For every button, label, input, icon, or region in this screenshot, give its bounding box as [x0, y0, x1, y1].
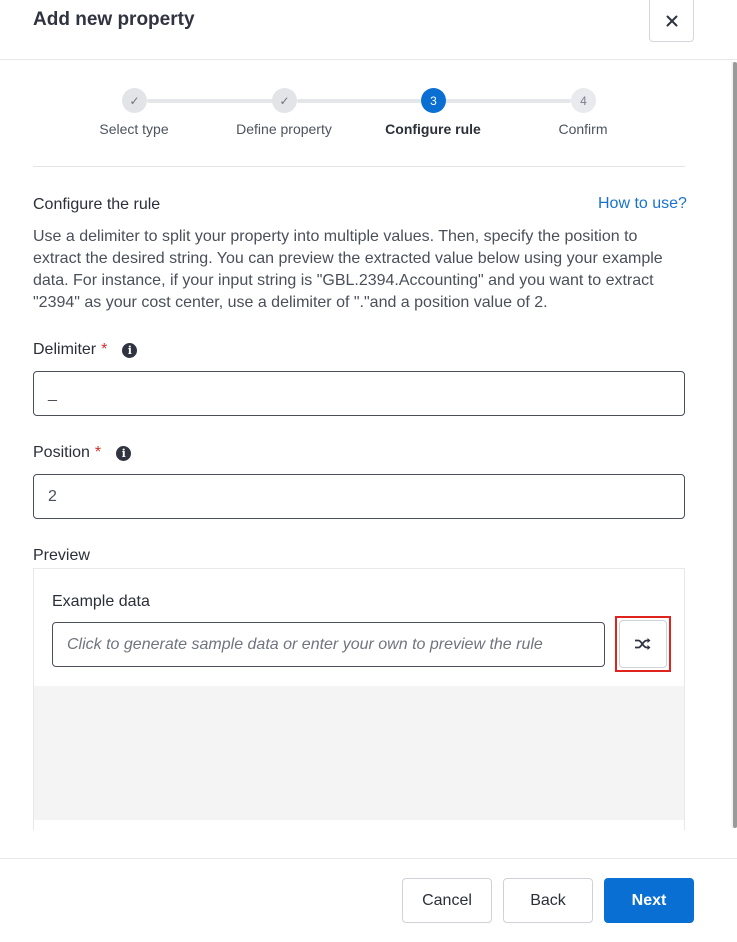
- preview-label: Preview: [33, 547, 90, 564]
- required-marker: *: [94, 444, 102, 461]
- dialog-title: Add new property: [33, 9, 195, 30]
- step-marker-configure-rule: 3: [421, 88, 446, 113]
- required-marker: *: [101, 341, 108, 358]
- rule-description: Use a delimiter to split your property i…: [33, 228, 663, 311]
- step-label-select-type: Select type: [99, 121, 169, 137]
- step-marker-select-type: ✓: [122, 88, 147, 113]
- dialog-header: Add new property: [0, 0, 737, 60]
- close-icon: [666, 15, 677, 26]
- step-label-configure-rule: Configure rule: [385, 121, 481, 137]
- close-button[interactable]: [649, 0, 694, 42]
- how-to-use-link[interactable]: How to use?: [598, 195, 687, 213]
- example-data-placeholder: Click to generate sample data or enter y…: [67, 635, 543, 653]
- scrollbar-thumb[interactable]: [733, 62, 737, 828]
- position-input[interactable]: 2: [33, 474, 685, 519]
- info-icon[interactable]: i: [122, 342, 138, 358]
- example-data-label: Example data: [52, 593, 150, 610]
- stepper: ✓ ✓ 3 4 Select type Define property Conf…: [33, 60, 685, 167]
- step-label-confirm: Confirm: [558, 121, 608, 137]
- shuffle-icon: [635, 638, 651, 650]
- step-label-define-property: Define property: [236, 121, 332, 137]
- delimiter-input[interactable]: _: [33, 371, 685, 416]
- cancel-button[interactable]: Cancel: [402, 878, 492, 923]
- step-marker-confirm: 4: [571, 88, 596, 113]
- delimiter-label-row: Delimiter * i: [33, 341, 138, 359]
- position-value: 2: [48, 487, 57, 505]
- step-marker-define-property: ✓: [272, 88, 297, 113]
- generate-sample-button[interactable]: [619, 620, 667, 668]
- example-data-input[interactable]: Click to generate sample data or enter y…: [52, 622, 605, 667]
- position-label: Position: [33, 444, 90, 461]
- step-connector: [147, 99, 275, 103]
- step-connector: [297, 99, 421, 103]
- position-label-row: Position * i: [33, 444, 132, 462]
- delimiter-label: Delimiter: [33, 341, 97, 358]
- next-button[interactable]: Next: [604, 878, 694, 923]
- step-connector: [445, 99, 571, 103]
- info-icon[interactable]: i: [116, 445, 132, 461]
- section-title: Configure the rule: [33, 196, 161, 213]
- preview-result-area: [34, 686, 684, 820]
- delimiter-value: _: [48, 384, 57, 402]
- back-button[interactable]: Back: [503, 878, 593, 923]
